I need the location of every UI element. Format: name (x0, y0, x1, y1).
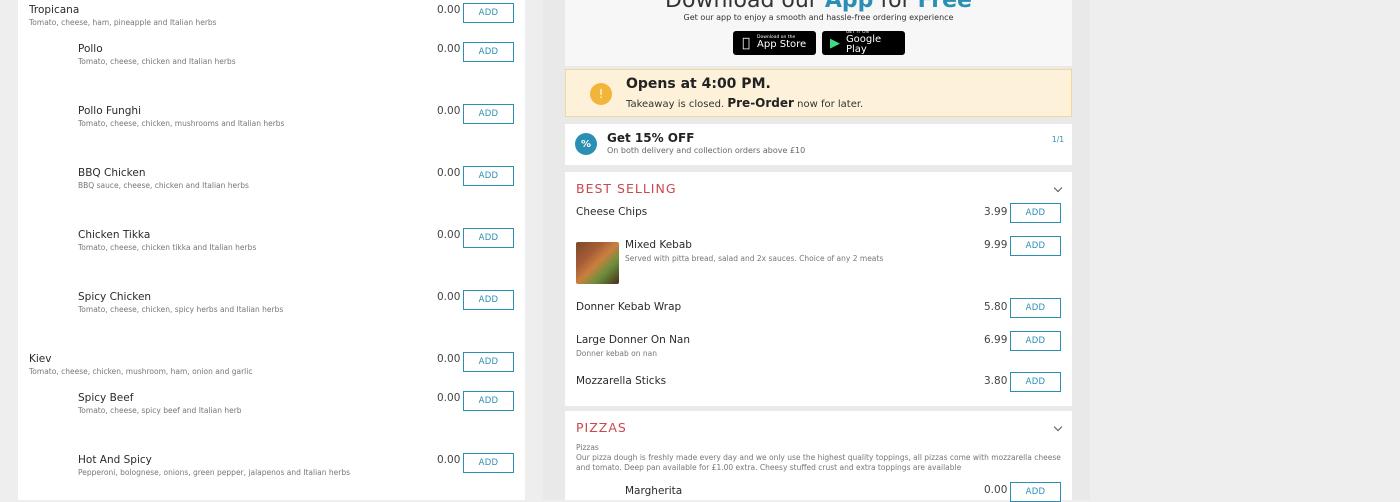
chevron-down-icon[interactable] (1053, 183, 1063, 193)
offer-description: On both delivery and collection orders a… (607, 146, 806, 155)
item-name: Large Donner On Nan (576, 334, 691, 346)
menu-item-tropicana: Tropicana Tomato, cheese, ham, pineapple… (18, 2, 525, 42)
item-price: 0.00 (437, 291, 461, 303)
add-button[interactable]: ADD (1010, 372, 1061, 392)
add-button[interactable]: ADD (463, 453, 514, 473)
item-name: BBQ Chicken (78, 167, 146, 179)
sidebar-panel: Download our App for Free Get our app to… (543, 0, 1090, 502)
item-name: Kiev (29, 353, 52, 365)
add-button[interactable]: ADD (463, 104, 514, 124)
add-button[interactable]: ADD (463, 391, 514, 411)
item-price: 0.00 (437, 4, 461, 16)
item-price: 0.00 (984, 484, 1008, 496)
closed-notice: ! Opens at 4:00 PM. Takeaway is closed. … (565, 69, 1072, 117)
best-selling-section: BEST SELLING Cheese Chips 3.99 ADD Mixed… (565, 172, 1072, 406)
alert-icon: ! (590, 83, 612, 105)
add-button[interactable]: ADD (463, 352, 514, 372)
item-name: Pollo Funghi (78, 105, 141, 117)
menu-item-bbq-chicken: BBQ Chicken BBQ sauce, cheese, chicken a… (18, 165, 525, 205)
add-button[interactable]: ADD (463, 228, 514, 248)
app-store-badge[interactable]:  Download on theApp Store (733, 31, 816, 55)
add-button[interactable]: ADD (1010, 236, 1061, 256)
item-name: Spicy Beef (78, 392, 134, 404)
item-price: 3.99 (984, 206, 1008, 218)
item-price: 0.00 (437, 105, 461, 117)
item-name: Chicken Tikka (78, 229, 151, 241)
item-description: Tomato, cheese, spicy beef and Italian h… (78, 406, 242, 415)
item-name: Tropicana (29, 4, 80, 16)
kebab-photo (576, 242, 619, 284)
section-title: BEST SELLING (576, 181, 677, 196)
discount-badge-icon: % (575, 133, 597, 155)
add-button[interactable]: ADD (1010, 331, 1061, 351)
item-name: Margherita (625, 485, 683, 497)
add-button[interactable]: ADD (1010, 298, 1061, 318)
menu-list-panel: Tropicana Tomato, cheese, ham, pineapple… (18, 0, 525, 500)
item-description: Pepperoni, bolognese, onions, green pepp… (78, 468, 351, 477)
item-price: 0.00 (437, 43, 461, 55)
opening-time: Opens at 4:00 PM. (626, 76, 771, 92)
item-description: BBQ sauce, cheese, chicken and Italian h… (78, 181, 249, 190)
item-description: Served with pitta bread, salad and 2x sa… (625, 254, 884, 263)
play-store-icon: ▶ (829, 35, 840, 51)
item-name: Pollo (78, 43, 103, 55)
item-description: Tomato, cheese, chicken, mushroom, ham, … (29, 367, 253, 376)
item-name: Cheese Chips (576, 206, 648, 218)
add-button[interactable]: ADD (1010, 203, 1061, 223)
item-price: 0.00 (437, 392, 461, 404)
item-name: Donner Kebab Wrap (576, 301, 682, 313)
item-price: 0.00 (437, 167, 461, 179)
menu-item-spicy-beef: Spicy Beef Tomato, cheese, spicy beef an… (18, 390, 525, 430)
add-button[interactable]: ADD (463, 3, 514, 23)
offer-title: Get 15% OFF (607, 131, 695, 145)
item-name: Mozzarella Sticks (576, 375, 667, 387)
app-promo-subtitle: Get our app to enjoy a smooth and hassle… (683, 13, 954, 22)
app-promo-title: Download our App for Free (665, 0, 972, 13)
add-button[interactable]: ADD (463, 290, 514, 310)
menu-item-pollo: Pollo Tomato, cheese, chicken and Italia… (18, 41, 525, 81)
item-name: Mixed Kebab (625, 239, 692, 251)
add-button[interactable]: ADD (1010, 482, 1061, 502)
item-description: Donner kebab on nan (576, 349, 657, 358)
menu-item-kiev: Kiev Tomato, cheese, chicken, mushroom, … (18, 351, 525, 391)
apple-icon:  (738, 36, 754, 51)
item-name: Hot And Spicy (78, 454, 152, 466)
item-price: 0.00 (437, 353, 461, 365)
section-description: Pizzas Our pizza dough is freshly made ev… (576, 443, 1061, 472)
chevron-down-icon[interactable] (1053, 422, 1063, 432)
item-description: Tomato, cheese, ham, pineapple and Itali… (29, 18, 217, 27)
item-price: 3.80 (984, 375, 1008, 387)
menu-item-spicy-chicken: Spicy Chicken Tomato, cheese, chicken, s… (18, 289, 525, 329)
item-name: Spicy Chicken (78, 291, 152, 303)
item-description: Tomato, cheese, chicken, spicy herbs and… (78, 305, 284, 314)
menu-item-pollo-funghi: Pollo Funghi Tomato, cheese, chicken, mu… (18, 103, 525, 143)
item-price: 5.80 (984, 301, 1008, 313)
closed-message: Takeaway is closed. Pre-Order now for la… (626, 96, 864, 110)
app-promo-card: Download our App for Free Get our app to… (565, 0, 1072, 66)
offer-card: % Get 15% OFF On both delivery and colle… (565, 124, 1072, 165)
add-button[interactable]: ADD (463, 166, 514, 186)
item-price: 9.99 (984, 239, 1008, 251)
menu-item-hot-and-spicy: Hot And Spicy Pepperoni, bolognese, onio… (18, 452, 525, 492)
google-play-badge[interactable]: ▶ GET IT ON Google Play (822, 30, 905, 55)
item-price: 6.99 (984, 334, 1008, 346)
offer-pager: 1/1 (1051, 135, 1064, 144)
pizzas-section: PIZZAS Pizzas Our pizza dough is freshly … (565, 411, 1072, 502)
add-button[interactable]: ADD (463, 42, 514, 62)
item-price: 0.00 (437, 454, 461, 466)
menu-item-chicken-tikka: Chicken Tikka Tomato, cheese, chicken ti… (18, 227, 525, 267)
item-description: Tomato, cheese, chicken, mushrooms and I… (78, 119, 285, 128)
pre-order-link[interactable]: Pre-Order (727, 96, 794, 110)
item-description: Tomato, cheese, chicken and Italian herb… (78, 57, 236, 66)
item-price: 0.00 (437, 229, 461, 241)
section-title: PIZZAS (576, 420, 627, 435)
item-description: Tomato, cheese, chicken tikka and Italia… (78, 243, 257, 252)
